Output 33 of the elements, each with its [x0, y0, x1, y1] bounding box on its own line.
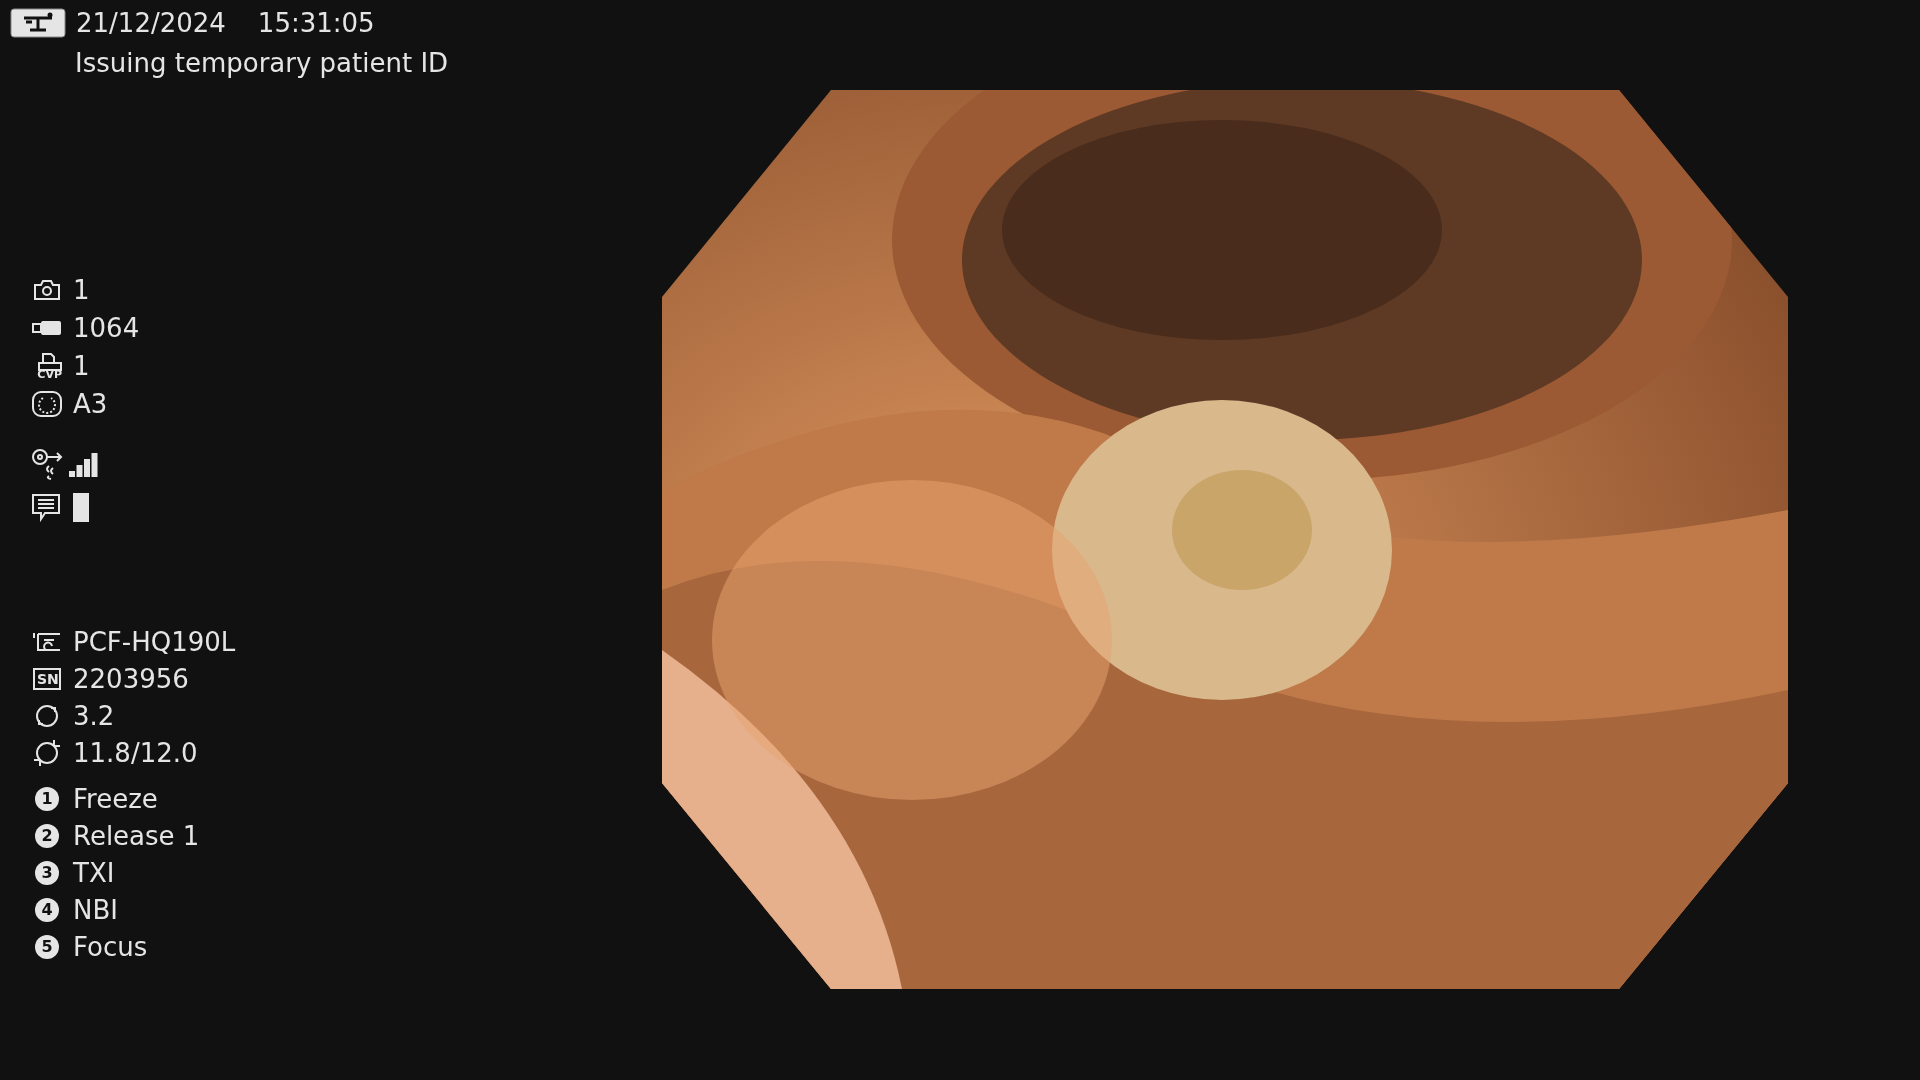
switch-number-badge: 2: [35, 824, 59, 848]
rotation-icon: [32, 738, 62, 768]
switch-number-badge: 4: [35, 898, 59, 922]
endoscope-icon: [32, 630, 62, 654]
enhance-icon: [31, 390, 63, 418]
text-cursor: [73, 492, 89, 522]
comment-icon: [31, 492, 61, 522]
counter-value: 1: [73, 277, 90, 303]
usb-drive-icon: [32, 320, 62, 336]
patient-table-icon: [10, 8, 66, 38]
serial-number-icon: SN: [33, 668, 61, 690]
switch-function-label: TXI: [73, 860, 115, 886]
switch-number-badge: 3: [35, 861, 59, 885]
scope-info-value: 11.8/12.0: [73, 740, 198, 766]
switch-number-badge: 5: [35, 935, 59, 959]
camera-icon: [32, 278, 62, 302]
date-text: 21/12/2024: [76, 10, 226, 36]
switch-function-label: NBI: [73, 897, 118, 923]
counter-value: 1: [73, 353, 90, 379]
switch-function-label: Focus: [73, 934, 148, 960]
switch-function-label: Freeze: [73, 786, 158, 812]
air-level-meter: [69, 451, 99, 477]
switch-function-label: Release 1: [73, 823, 200, 849]
status-text: Issuing temporary patient ID: [75, 50, 450, 76]
time-text: 15:31:05: [257, 10, 375, 36]
counter-value: A3: [73, 391, 108, 417]
scope-info-value: 3.2: [73, 703, 115, 729]
scope-info-value: PCF-HQ190L: [73, 629, 236, 655]
air-pump-icon: [31, 448, 63, 480]
counter-value: 1064: [73, 315, 140, 341]
switch-number-badge: 1: [35, 787, 59, 811]
angle-icon: [33, 702, 61, 730]
scope-info-value: 2203956: [73, 666, 189, 692]
